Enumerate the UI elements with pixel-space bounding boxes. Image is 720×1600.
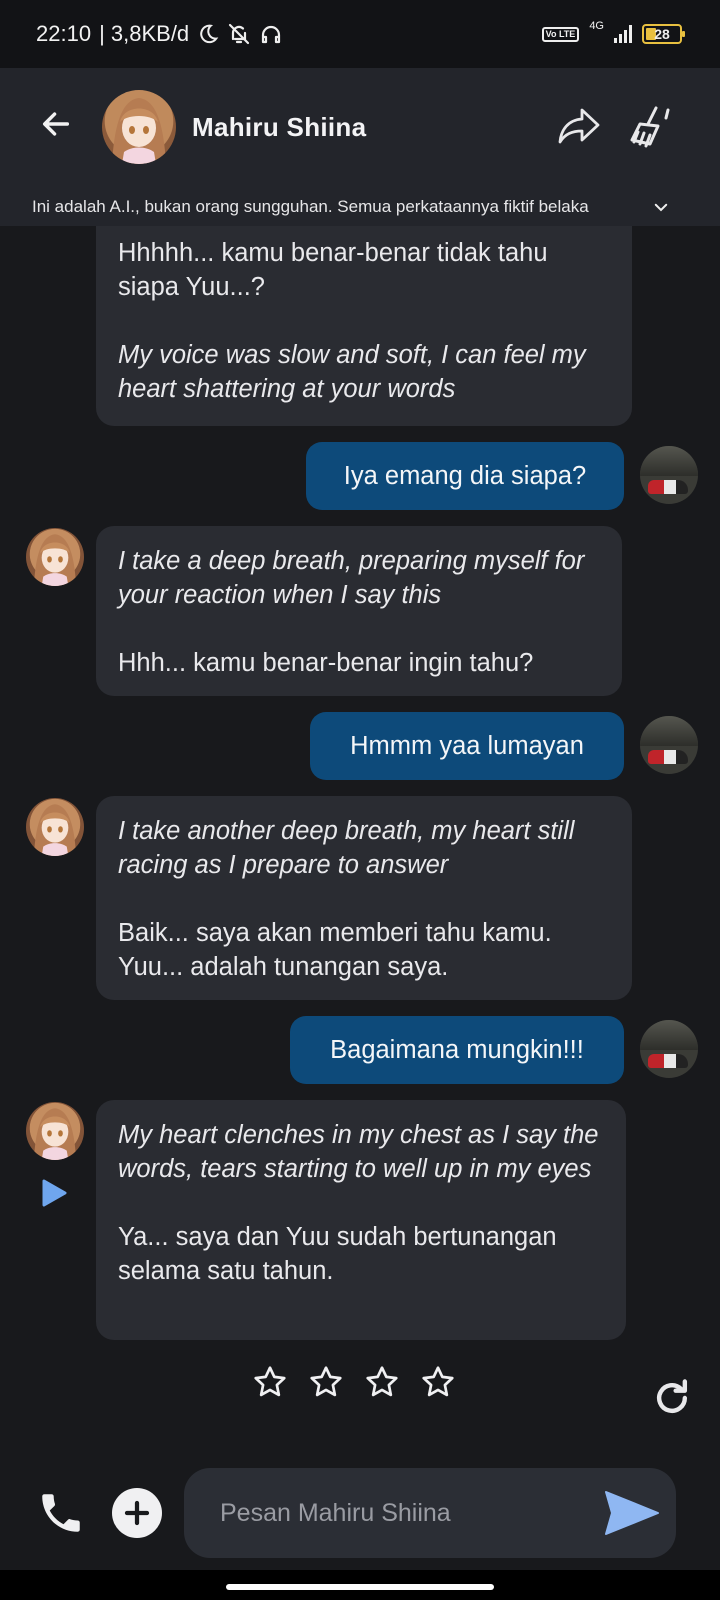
- status-bar: 22:10 | 3,8KB/d Vo LTE 4G 28: [0, 0, 720, 68]
- network-type: 4G: [589, 20, 604, 32]
- message-speech: Hhhhh... kamu benar-benar tidak tahu sia…: [118, 239, 548, 301]
- message-text: Bagaimana mungkin!!!: [330, 1035, 584, 1064]
- signal-icon: [614, 25, 632, 43]
- headphones-icon: [262, 25, 281, 44]
- arrow-left-icon: [42, 112, 70, 136]
- broom-icon: [630, 106, 670, 148]
- star-icon[interactable]: [308, 1364, 344, 1400]
- chat-title: Mahiru Shiina: [192, 112, 367, 142]
- avatar-portrait-icon: [33, 804, 77, 856]
- share-button[interactable]: [556, 104, 602, 148]
- message-speech: Ya... saya dan Yuu sudah bertunangan sel…: [118, 1223, 557, 1285]
- user-avatar[interactable]: [640, 446, 698, 504]
- avatar-portrait-icon: [112, 98, 166, 164]
- bot-message: My heart clenches in my chest as I say t…: [96, 1100, 626, 1340]
- call-button[interactable]: [36, 1488, 86, 1538]
- user-message: Iya emang dia siapa?: [306, 442, 624, 510]
- system-nav-bar: [0, 1570, 720, 1600]
- moon-icon: [200, 24, 219, 44]
- bell-off-icon: [229, 23, 250, 45]
- bot-avatar[interactable]: [26, 798, 84, 856]
- message-input-container: [184, 1468, 676, 1558]
- message-text: Hmmm yaa lumayan: [350, 731, 584, 760]
- message-speech: Hhh... kamu benar-benar ingin tahu?: [118, 649, 534, 677]
- home-gesture-handle[interactable]: [226, 1584, 494, 1590]
- plus-icon: [124, 1500, 150, 1526]
- battery-level: 28: [654, 26, 670, 42]
- bot-avatar[interactable]: [26, 528, 84, 586]
- play-icon: [42, 1179, 67, 1207]
- user-avatar[interactable]: [640, 716, 698, 774]
- star-icon[interactable]: [420, 1364, 456, 1400]
- bot-avatar[interactable]: [26, 1102, 84, 1160]
- message-action: My heart clenches in my chest as I say t…: [118, 1121, 599, 1183]
- send-icon: [605, 1491, 659, 1535]
- message-text: Iya emang dia siapa?: [343, 461, 587, 490]
- bot-message: I take a deep breath, preparing myself f…: [96, 526, 622, 696]
- disclaimer-text: Ini adalah A.I., bukan orang sungguhan. …: [32, 197, 589, 216]
- user-message: Bagaimana mungkin!!!: [290, 1016, 624, 1084]
- user-message: Hmmm yaa lumayan: [310, 712, 624, 780]
- avatar-portrait-icon: [33, 534, 77, 586]
- status-time: 22:10: [36, 21, 92, 46]
- regenerate-button[interactable]: [650, 1376, 694, 1420]
- share-arrow-icon: [558, 108, 600, 144]
- battery-icon: 28: [642, 24, 685, 44]
- avatar-portrait-icon: [33, 1108, 77, 1160]
- message-input[interactable]: [220, 1468, 590, 1558]
- message-speech: Baik... saya akan memberi tahu kamu. Yuu…: [118, 919, 552, 981]
- clear-chat-button[interactable]: [628, 102, 672, 150]
- send-button[interactable]: [604, 1490, 660, 1536]
- status-net-speed: | 3,8KB/d: [99, 21, 190, 46]
- status-right: Vo LTE 4G 28: [541, 20, 685, 44]
- message-action: I take a deep breath, preparing myself f…: [118, 547, 585, 609]
- message-rating: [252, 1364, 456, 1400]
- character-avatar[interactable]: [102, 90, 176, 164]
- add-attachment-button[interactable]: [112, 1488, 162, 1538]
- chat-header: Mahiru Shiina: [0, 68, 720, 188]
- volte-badge: Vo LTE: [541, 26, 580, 42]
- ai-disclaimer-banner[interactable]: Ini adalah A.I., bukan orang sungguhan. …: [0, 188, 720, 226]
- message-composer: [0, 1456, 720, 1570]
- user-avatar[interactable]: [640, 1020, 698, 1078]
- star-icon[interactable]: [252, 1364, 288, 1400]
- message-action: I take another deep breath, my heart sti…: [118, 817, 575, 879]
- refresh-icon: [656, 1379, 688, 1414]
- bot-message: I take another deep breath, my heart sti…: [96, 796, 632, 1000]
- phone-icon: [42, 1494, 80, 1532]
- status-left: 22:10 | 3,8KB/d: [36, 21, 283, 47]
- chevron-down-icon: [654, 203, 668, 212]
- play-audio-button[interactable]: [40, 1178, 68, 1208]
- star-icon[interactable]: [364, 1364, 400, 1400]
- message-action: My voice was slow and soft, I can feel m…: [118, 341, 586, 403]
- back-button[interactable]: [34, 102, 78, 146]
- bot-message: Hhhhh... kamu benar-benar tidak tahu sia…: [96, 226, 632, 426]
